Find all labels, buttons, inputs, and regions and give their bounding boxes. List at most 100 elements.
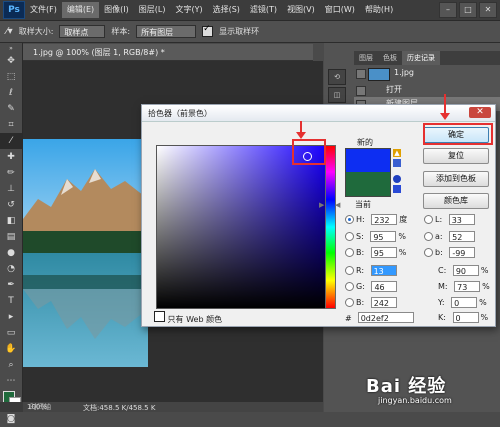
black-input[interactable]: 0 [452,312,479,323]
red-radio[interactable] [345,266,354,275]
sample-size-select[interactable]: 取样点 [59,25,106,38]
yellow-input[interactable]: 0 [451,297,478,308]
blur-tool-icon[interactable]: ● [0,245,22,261]
menu-image[interactable]: 图像(I) [99,2,134,18]
color-libraries-button[interactable]: 颜色库 [423,193,489,209]
lasso-tool-icon[interactable]: ℓ [0,85,22,101]
reset-button[interactable]: 复位 [423,148,489,164]
lab-l-input[interactable]: 33 [448,214,475,225]
more-tools-icon[interactable]: ⋯ [0,373,22,389]
annotation-arrow-ok [444,94,446,114]
history-brush-tool-icon[interactable]: ↺ [0,197,22,213]
healing-brush-tool-icon[interactable]: ✚ [0,149,22,165]
dodge-tool-icon[interactable]: ◔ [0,261,22,277]
crop-tool-icon[interactable]: ⌗ [0,117,22,133]
hue-slider[interactable] [325,145,336,309]
hue-slider-right-handle[interactable]: ◀ [335,201,340,209]
web-only-checkbox[interactable] [154,311,165,322]
eyedropper-tool-preset-icon[interactable]: ⁄▾ [6,26,13,37]
hue-radio[interactable] [345,215,354,224]
timeline-label[interactable]: 时间轴 [30,402,51,412]
hue-slider-left-handle[interactable]: ▶ [319,201,324,209]
move-tool-icon[interactable]: ✥ [0,53,22,69]
history-snapshot[interactable]: 1.jpg [354,66,500,82]
eraser-tool-icon[interactable]: ◧ [0,213,22,229]
menu-edit[interactable]: 编辑(E) [61,2,100,18]
menu-view[interactable]: 视图(V) [282,2,320,18]
lab-b-label: b: [435,248,443,257]
web-safe-warning-icon[interactable] [393,175,401,183]
brightness-radio[interactable] [345,248,354,257]
type-tool-icon[interactable]: T [0,293,22,309]
web-safe-color-swatch[interactable] [393,185,401,193]
toolbar-collapse-icon[interactable]: » [0,43,22,53]
history-panel-icon[interactable]: ⟲ [328,69,346,85]
history-state-icon[interactable] [356,86,366,96]
annotation-highlight-ok [423,123,493,145]
sample-select[interactable]: 所有图层 [136,25,197,38]
pen-tool-icon[interactable]: ✒ [0,277,22,293]
magenta-input[interactable]: 73 [454,281,481,292]
close-window-button[interactable]: ✕ [479,2,497,18]
lab-a-radio[interactable] [424,232,433,241]
gamut-color-swatch[interactable] [393,159,401,167]
path-select-tool-icon[interactable]: ▸ [0,309,22,325]
hue-input[interactable]: 232 [371,214,398,225]
snapshot-brush-icon[interactable] [356,69,366,79]
hex-input[interactable]: 0d2ef2 [357,312,414,323]
minimize-button[interactable]: – [439,2,457,18]
saturation-radio[interactable] [345,232,354,241]
add-to-swatches-button[interactable]: 添加到色板 [423,171,489,187]
menu-select[interactable]: 选择(S) [208,2,245,18]
saturation-input[interactable]: 95 [370,231,397,242]
cyan-input[interactable]: 90 [452,265,479,276]
baidu-jingyan-watermark: Bai 经验 jingyan.baidu.com [360,370,500,412]
panel-tabs: 图层 色板 历史记录 [354,51,500,65]
history-item-open[interactable]: 打开 [354,83,500,97]
red-row: R: 13 [345,265,397,277]
lab-b-input[interactable]: -99 [449,247,476,258]
blue-input[interactable]: 242 [370,297,397,308]
brush-tool-icon[interactable]: ✏ [0,165,22,181]
hand-tool-icon[interactable]: ✋ [0,341,22,357]
tab-history[interactable]: 历史记录 [402,51,440,65]
shape-tool-icon[interactable]: ▭ [0,325,22,341]
eyedropper-tool-icon[interactable]: ⁄ [0,133,22,149]
out-of-gamut-warning-icon[interactable]: ▲ [393,149,401,157]
layers-panel-icon[interactable]: ◫ [328,87,346,103]
green-row: G: 46 [345,281,398,293]
tab-swatches[interactable]: 色板 [378,51,402,65]
gradient-tool-icon[interactable]: ▤ [0,229,22,245]
document-tab[interactable]: 1.jpg @ 100% (图层 1, RGB/8#) * [23,44,313,61]
menu-filter[interactable]: 滤镜(T) [245,2,282,18]
lab-l-radio[interactable] [424,215,433,224]
menu-layer[interactable]: 图层(L) [134,2,171,18]
options-bar: ⁄▾ 取样大小: 取样点 样本: 所有图层 显示取样环 [0,21,500,43]
lab-b-radio[interactable] [424,248,433,257]
maximize-button[interactable]: □ [459,2,477,18]
lab-b-row: b: -99 [424,247,476,259]
yellow-row: Y: 0% [438,297,487,309]
color-field[interactable] [156,145,326,309]
tab-layers[interactable]: 图层 [354,51,378,65]
blue-radio[interactable] [345,298,354,307]
menu-help[interactable]: 帮助(H) [360,2,398,18]
close-icon[interactable]: ✕ [469,107,491,118]
brightness-input[interactable]: 95 [370,247,397,258]
zoom-tool-icon[interactable]: ⌕ [0,357,22,373]
green-radio[interactable] [345,282,354,291]
show-sampling-ring-checkbox[interactable] [202,24,214,37]
lab-a-input[interactable]: 52 [449,231,476,242]
clone-stamp-tool-icon[interactable]: ⊥ [0,181,22,197]
menu-file[interactable]: 文件(F) [25,2,62,18]
quick-mask-icon[interactable]: ◙ [0,411,22,427]
saturation-unit: % [398,232,406,241]
menu-window[interactable]: 窗口(W) [320,2,360,18]
red-input[interactable]: 13 [370,265,397,276]
sample-size-label: 取样大小: [18,27,54,36]
green-input[interactable]: 46 [371,281,398,292]
marquee-tool-icon[interactable]: ⬚ [0,69,22,85]
quick-select-tool-icon[interactable]: ✎ [0,101,22,117]
current-color-swatch[interactable] [345,172,391,197]
menu-type[interactable]: 文字(Y) [170,2,207,18]
